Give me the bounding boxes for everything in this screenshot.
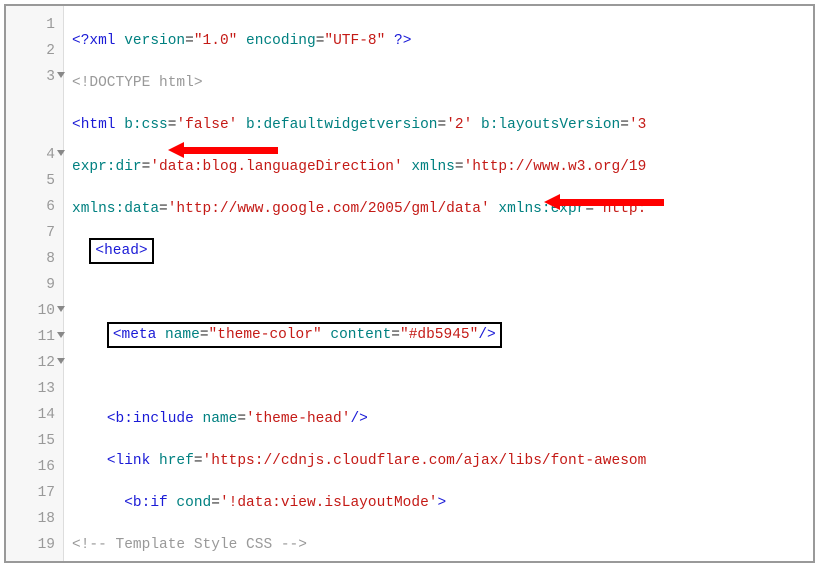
line-number: 19 (6, 532, 63, 558)
line-number: 14 (6, 402, 63, 428)
code-line[interactable]: <html b:css='false' b:defaultwidgetversi… (72, 112, 813, 138)
line-number: 3 (6, 64, 63, 90)
line-number: 9 (6, 272, 63, 298)
line-number: 7 (6, 220, 63, 246)
code-area[interactable]: <?xml version="1.0" encoding="UTF-8" ?> … (64, 6, 813, 561)
line-number: 2 (6, 38, 63, 64)
code-line[interactable] (72, 364, 813, 390)
line-number: 18 (6, 506, 63, 532)
highlight-box-head: <head> (89, 238, 153, 264)
code-line[interactable]: <b:include name='theme-head'/> (72, 406, 813, 432)
line-number: 15 (6, 428, 63, 454)
highlight-box-meta: <meta name="theme-color" content="#db594… (107, 322, 502, 348)
line-number: 17 (6, 480, 63, 506)
code-editor[interactable]: 1 2 3 4 5 6 7 8 9 10 11 12 13 14 15 16 1… (4, 4, 815, 563)
line-number: 1 (6, 12, 63, 38)
code-line[interactable] (72, 280, 813, 306)
line-number (6, 90, 63, 116)
arrow-annotation-icon (168, 143, 278, 157)
line-number: 16 (6, 454, 63, 480)
code-line[interactable]: <head> (72, 238, 813, 264)
line-number (6, 116, 63, 142)
line-number: 13 (6, 376, 63, 402)
code-line[interactable]: <meta name="theme-color" content="#db594… (72, 322, 813, 348)
line-number: 8 (6, 246, 63, 272)
line-number: 4 (6, 142, 63, 168)
code-line[interactable]: <b:if cond='!data:view.isLayoutMode'> (72, 490, 813, 516)
code-line[interactable]: <link href='https://cdnjs.cloudflare.com… (72, 448, 813, 474)
line-number: 6 (6, 194, 63, 220)
line-number: 20 (6, 558, 63, 563)
line-number: 10 (6, 298, 63, 324)
line-number: 12 (6, 350, 63, 376)
code-line[interactable]: <?xml version="1.0" encoding="UTF-8" ?> (72, 28, 813, 54)
arrow-annotation-icon (544, 195, 664, 209)
code-line[interactable]: <!-- Template Style CSS --> (72, 532, 813, 558)
code-line[interactable]: <!DOCTYPE html> (72, 70, 813, 96)
line-gutter: 1 2 3 4 5 6 7 8 9 10 11 12 13 14 15 16 1… (6, 6, 64, 561)
line-number: 11 (6, 324, 63, 350)
line-number: 5 (6, 168, 63, 194)
